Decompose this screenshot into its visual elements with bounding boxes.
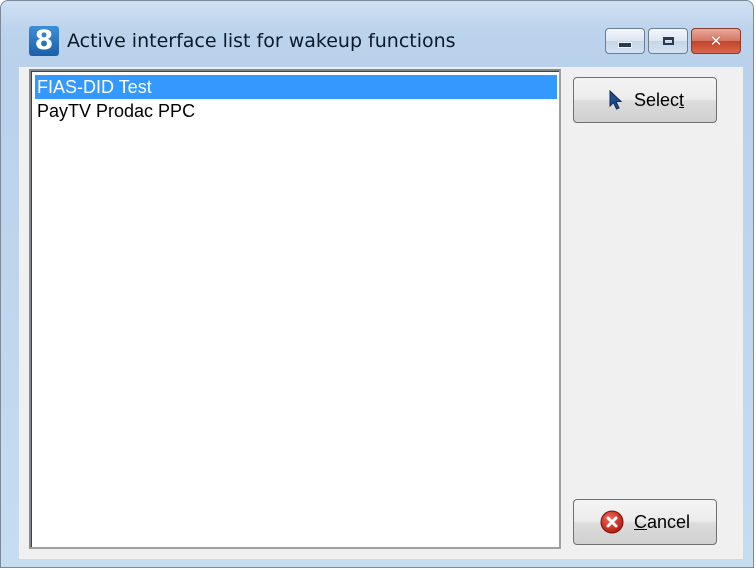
title-bar[interactable]: 8 Active interface list for wakeup funct… — [1, 1, 753, 59]
select-button[interactable]: Select — [573, 77, 717, 123]
cursor-arrow-icon — [609, 90, 623, 110]
close-icon: ✕ — [709, 32, 723, 50]
cancel-icon — [600, 510, 624, 534]
interface-listbox[interactable]: FIAS-DID Test PayTV Prodac PPC — [29, 69, 561, 549]
maximize-button[interactable] — [648, 28, 688, 54]
close-button[interactable]: ✕ — [691, 28, 741, 54]
app-logo-icon: 8 — [29, 26, 59, 56]
minimize-icon — [618, 42, 632, 48]
maximize-icon — [662, 37, 674, 45]
select-button-label: Select — [633, 89, 685, 110]
window-controls: ✕ — [605, 28, 741, 56]
minimize-button[interactable] — [605, 28, 645, 54]
cancel-button[interactable]: Cancel — [573, 499, 717, 545]
cancel-button-label: Cancel — [633, 511, 691, 532]
dialog-body: FIAS-DID Test PayTV Prodac PPC Select Ca… — [19, 67, 743, 559]
dialog-window: 8 Active interface list for wakeup funct… — [0, 0, 754, 568]
window-title: Active interface list for wakeup functio… — [67, 30, 456, 52]
list-item-paytv-prodac-ppc[interactable]: PayTV Prodac PPC — [35, 99, 557, 123]
list-item-fias-did-test[interactable]: FIAS-DID Test — [35, 75, 557, 99]
